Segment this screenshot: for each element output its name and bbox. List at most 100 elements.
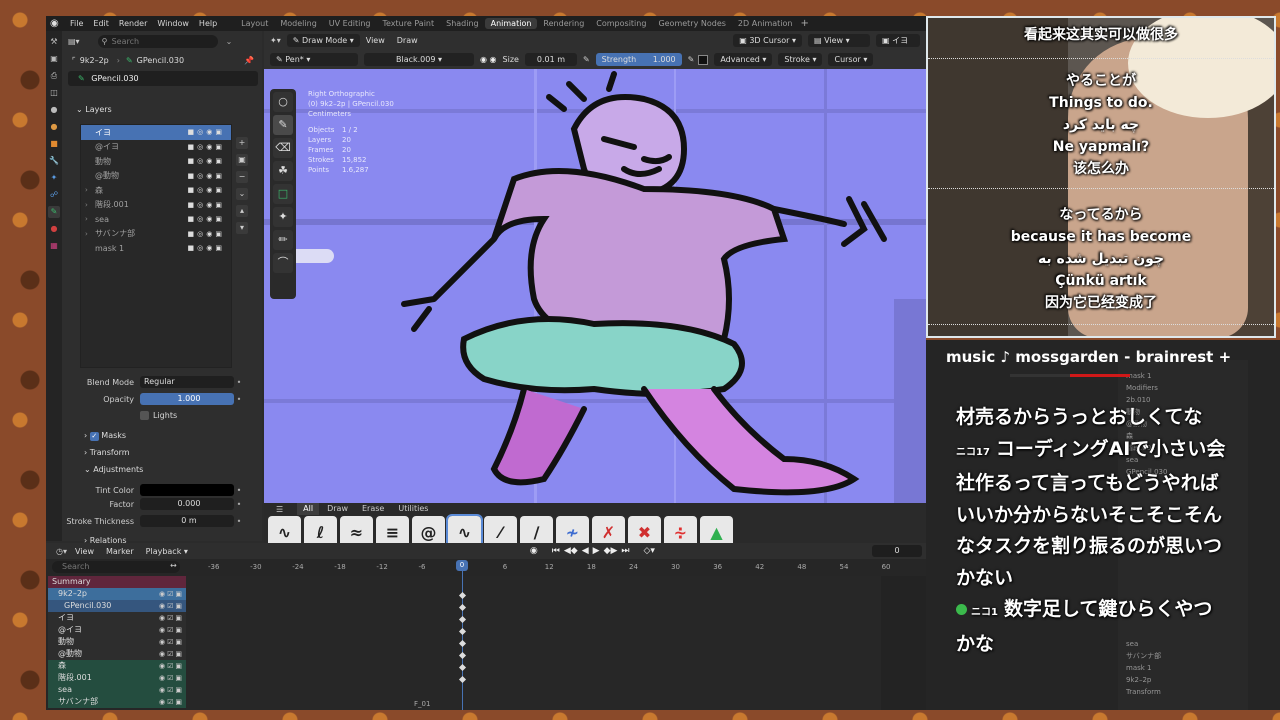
shelf-tab-all[interactable]: All xyxy=(297,503,320,515)
data-tab-icon[interactable]: ✎ xyxy=(48,206,60,218)
menu-edit[interactable]: Edit xyxy=(93,19,109,28)
workspace-tab-shading[interactable]: Shading xyxy=(440,18,485,29)
keyframe-dot-icon[interactable]: • xyxy=(234,486,244,495)
remove-layer-button[interactable]: − xyxy=(236,171,248,183)
pin-icon[interactable]: 📌 xyxy=(244,56,254,65)
masks-checkbox[interactable]: ✓ xyxy=(89,432,99,441)
layer-visibility-lock-icons[interactable]: ■◎◉▣ xyxy=(188,241,225,256)
move-layer-down-icon[interactable]: ▾ xyxy=(236,222,248,234)
channel-row[interactable]: @イヨ ◉☑▣ xyxy=(48,624,186,636)
channel-flags-icon[interactable]: ◉☑▣ xyxy=(159,648,184,660)
keyframe-dot-icon[interactable]: • xyxy=(234,517,244,526)
blender-logo-icon[interactable]: ◉ xyxy=(50,17,64,31)
layer-visibility-lock-icons[interactable]: ■◎◉▣ xyxy=(188,183,225,198)
workspace-tab-modeling[interactable]: Modeling xyxy=(274,18,322,29)
box-tool-icon[interactable]: □ xyxy=(273,184,293,204)
channel-search-input[interactable]: Search xyxy=(52,561,180,573)
factor-slider[interactable]: 0.000 xyxy=(140,498,234,510)
record-icon[interactable]: ◉ xyxy=(530,546,538,556)
editor-type-icon[interactable]: ▤▾ xyxy=(68,37,80,46)
material-tab-icon[interactable]: ● xyxy=(48,223,60,235)
object-tab-icon[interactable]: ■ xyxy=(48,138,60,150)
masks-panel-header[interactable]: › ✓ Masks xyxy=(84,429,126,443)
opacity-slider[interactable]: 1.000 xyxy=(140,393,234,405)
menu-playback[interactable]: Playback ▾ xyxy=(146,547,188,556)
channel-flags-icon[interactable]: ◉☑▣ xyxy=(159,672,184,684)
layer-visibility-lock-icons[interactable]: ■◎◉▣ xyxy=(188,198,225,213)
workspace-tab-geometry-nodes[interactable]: Geometry Nodes xyxy=(652,18,731,29)
effects-tab-icon[interactable]: ✦ xyxy=(48,172,60,184)
brush-dropdown[interactable]: ✎ Pen* ▾ xyxy=(270,53,358,66)
shelf-tab-utilities[interactable]: Utilities xyxy=(392,503,434,515)
lights-checkbox[interactable] xyxy=(140,410,149,420)
channel-row[interactable]: 森 ◉☑▣ xyxy=(48,660,186,672)
workspace-tab-layout[interactable]: Layout xyxy=(235,18,274,29)
constraints-tab-icon[interactable]: ☍ xyxy=(48,189,60,201)
channel-flags-icon[interactable]: ◉☑▣ xyxy=(159,684,184,696)
pressure-icon[interactable]: ✎ xyxy=(583,55,590,64)
mode-dropdown[interactable]: ✎ Draw Mode ▾ xyxy=(286,34,360,47)
properties-search-input[interactable]: ⚲ Search xyxy=(97,34,218,48)
workspace-tab-compositing[interactable]: Compositing xyxy=(590,18,652,29)
select-tool-icon[interactable]: ○ xyxy=(273,92,293,112)
material-dropdown[interactable]: Black.009 ▾ xyxy=(364,53,474,66)
channel-flags-icon[interactable]: ◉☑▣ xyxy=(159,612,184,624)
editor-type-icon[interactable]: ◷▾ xyxy=(56,547,67,556)
channel-row[interactable]: 動物 ◉☑▣ xyxy=(48,636,186,648)
channel-flags-icon[interactable]: ◉☑▣ xyxy=(159,636,184,648)
scene-tab-icon[interactable]: ● xyxy=(48,104,60,116)
channel-flags-icon[interactable]: ◉☑▣ xyxy=(159,660,184,672)
channel-row[interactable]: サバンナ部 ◉☑▣ xyxy=(48,696,186,708)
layer-visibility-lock-icons[interactable]: ■◎◉▣ xyxy=(188,169,225,184)
channel-flags-icon[interactable]: ◉☑▣ xyxy=(159,696,184,708)
menu-help[interactable]: Help xyxy=(199,19,217,28)
curve-tool-icon[interactable]: ⌒ xyxy=(273,253,293,273)
layer-visibility-lock-icons[interactable]: ■◎◉▣ xyxy=(188,140,225,155)
stroke-dropdown[interactable]: Stroke ▾ xyxy=(778,53,823,66)
view-dropdown[interactable]: ▤ View ▾ xyxy=(808,34,870,47)
menu-marker[interactable]: Marker xyxy=(106,547,134,556)
layer-row[interactable]: イヨ ■◎◉▣ xyxy=(81,125,231,140)
channel-row[interactable]: sea ◉☑▣ xyxy=(48,684,186,696)
keyframe-dot-icon[interactable]: • xyxy=(234,500,244,509)
workspace-tab-animation[interactable]: Animation xyxy=(484,18,538,29)
render-tab-icon[interactable]: ▣ xyxy=(48,53,60,65)
current-frame-field[interactable]: 0 xyxy=(872,545,922,557)
channel-row[interactable]: 9k2–2p ◉☑▣ xyxy=(48,588,186,600)
tool-tab-icon[interactable]: ⚒ xyxy=(48,36,60,48)
layer-visibility-lock-icons[interactable]: ■◎◉▣ xyxy=(188,212,225,227)
channel-row[interactable]: 階段.001 ◉☑▣ xyxy=(48,672,186,684)
3d-viewport[interactable]: ✦▾ ✎ Draw Mode ▾ View Draw ▣ 3D Cursor ▾… xyxy=(264,31,926,503)
color-swatch-icon[interactable] xyxy=(698,54,709,65)
layer-row[interactable]: @動物 ■◎◉▣ xyxy=(81,169,231,184)
editor-type-icon[interactable]: ✦▾ xyxy=(270,36,281,45)
layers-panel-header[interactable]: ⌄ Layers xyxy=(76,103,112,117)
layer-visibility-lock-icons[interactable]: ■◎◉▣ xyxy=(188,227,225,242)
menu-draw[interactable]: Draw xyxy=(397,36,418,45)
current-frame-indicator[interactable]: 0 xyxy=(456,560,468,571)
channel-flags-icon[interactable]: ◉☑▣ xyxy=(159,600,184,612)
material-color-icon[interactable]: ◉ ◉ xyxy=(480,55,497,64)
world-tab-icon[interactable]: ● xyxy=(48,121,60,133)
swap-icon[interactable]: ↔ xyxy=(170,561,177,570)
keyframe-dot-icon[interactable]: • xyxy=(234,395,244,404)
stroke-thickness-field[interactable]: 0 m xyxy=(140,515,234,527)
keying-icon[interactable]: ◇▾ xyxy=(644,546,655,556)
layer-row[interactable]: › sea ■◎◉▣ xyxy=(81,212,231,227)
eyedropper-tool-icon[interactable]: ✏ xyxy=(273,230,293,250)
tint-color-swatch[interactable] xyxy=(140,484,234,496)
tint-tool-icon[interactable]: ✦ xyxy=(273,207,293,227)
layer-visibility-lock-icons[interactable]: ■◎◉▣ xyxy=(188,125,225,140)
object-data-name-field[interactable]: ✎ GPencil.030 xyxy=(68,71,258,86)
menu-view[interactable]: View xyxy=(75,547,94,556)
channel-row[interactable]: @動物 ◉☑▣ xyxy=(48,648,186,660)
layer-dropdown[interactable]: ▣ イヨ ▾ xyxy=(876,34,920,58)
layer-specials-icon[interactable]: ⌄ xyxy=(236,188,248,200)
layer-visibility-lock-icons[interactable]: ■◎◉▣ xyxy=(188,154,225,169)
channel-flags-icon[interactable]: ◉☑▣ xyxy=(159,588,184,600)
workspace-tab-texture-paint[interactable]: Texture Paint xyxy=(377,18,441,29)
adjustments-panel-header[interactable]: ⌄ Adjustments xyxy=(84,463,143,477)
channel-row[interactable]: Summary xyxy=(48,576,186,588)
workspace-tab-2d-animation[interactable]: 2D Animation xyxy=(732,18,799,29)
next-keyframe-icon[interactable]: ◆▶ xyxy=(604,546,618,556)
